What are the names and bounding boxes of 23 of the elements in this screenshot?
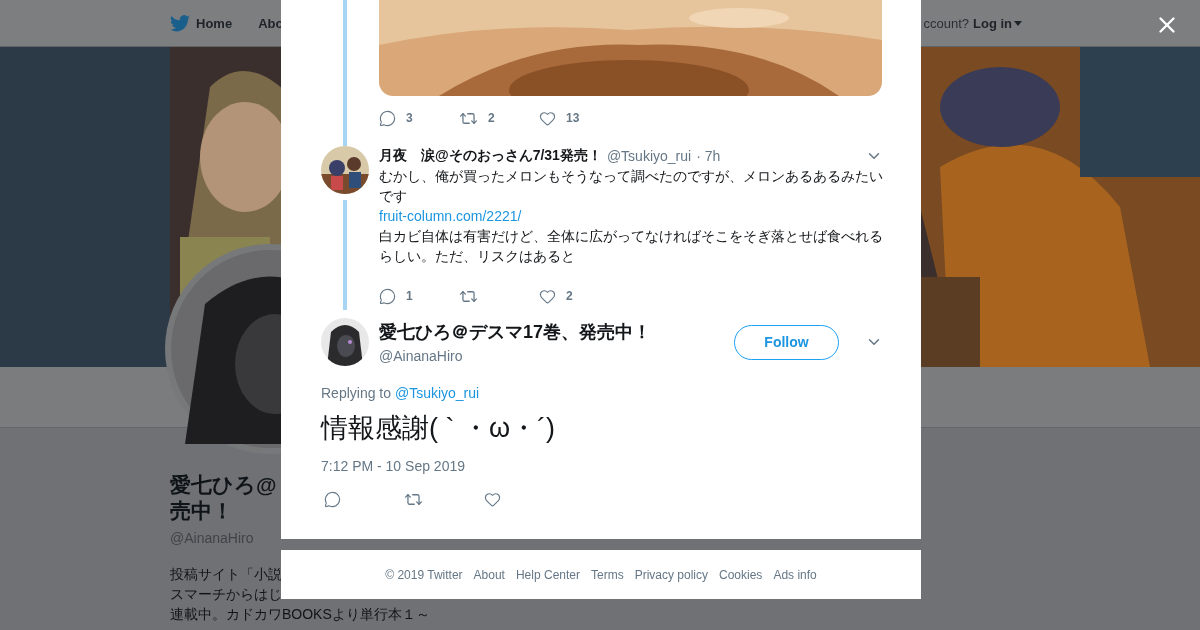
login-link[interactable]: Log in bbox=[973, 15, 1022, 31]
footer-link[interactable]: © 2019 Twitter bbox=[385, 567, 463, 582]
caret-icon bbox=[1014, 20, 1022, 26]
profile-bio: 投稿サイト「小説 bbox=[170, 565, 282, 584]
footer-link[interactable]: Terms bbox=[591, 567, 624, 582]
bird-icon bbox=[170, 14, 190, 32]
tweet-text: 情報感謝( ` ・ω・´) bbox=[321, 412, 556, 445]
mention-link[interactable]: @Tsukiyo_rui bbox=[394, 385, 480, 401]
profile-bio: スマーチからはじ bbox=[170, 585, 282, 604]
account-prompt: ccount? bbox=[923, 15, 969, 31]
heart-icon[interactable] bbox=[484, 490, 501, 508]
profile-name: 売中！ bbox=[170, 498, 233, 524]
nav-link[interactable]: Home bbox=[170, 14, 233, 32]
replying-to: Replying to @Tsukiyo_rui bbox=[321, 385, 480, 401]
footer-link[interactable]: Cookies bbox=[719, 567, 763, 582]
profile-name: 愛七ひろ@ bbox=[170, 472, 277, 498]
footer-link[interactable]: Ads info bbox=[773, 567, 817, 582]
profile-bio: 連載中。カドカワBOOKSより単行本１～ bbox=[170, 605, 430, 624]
footer-link[interactable]: Privacy policy bbox=[634, 567, 708, 582]
tweet-timestamp: 7:12 PM - 10 Sep 2019 bbox=[321, 458, 465, 474]
reply-icon[interactable] bbox=[324, 490, 341, 508]
footer-link[interactable]: Help Center bbox=[515, 567, 580, 582]
footer-link[interactable]: About bbox=[473, 567, 505, 582]
